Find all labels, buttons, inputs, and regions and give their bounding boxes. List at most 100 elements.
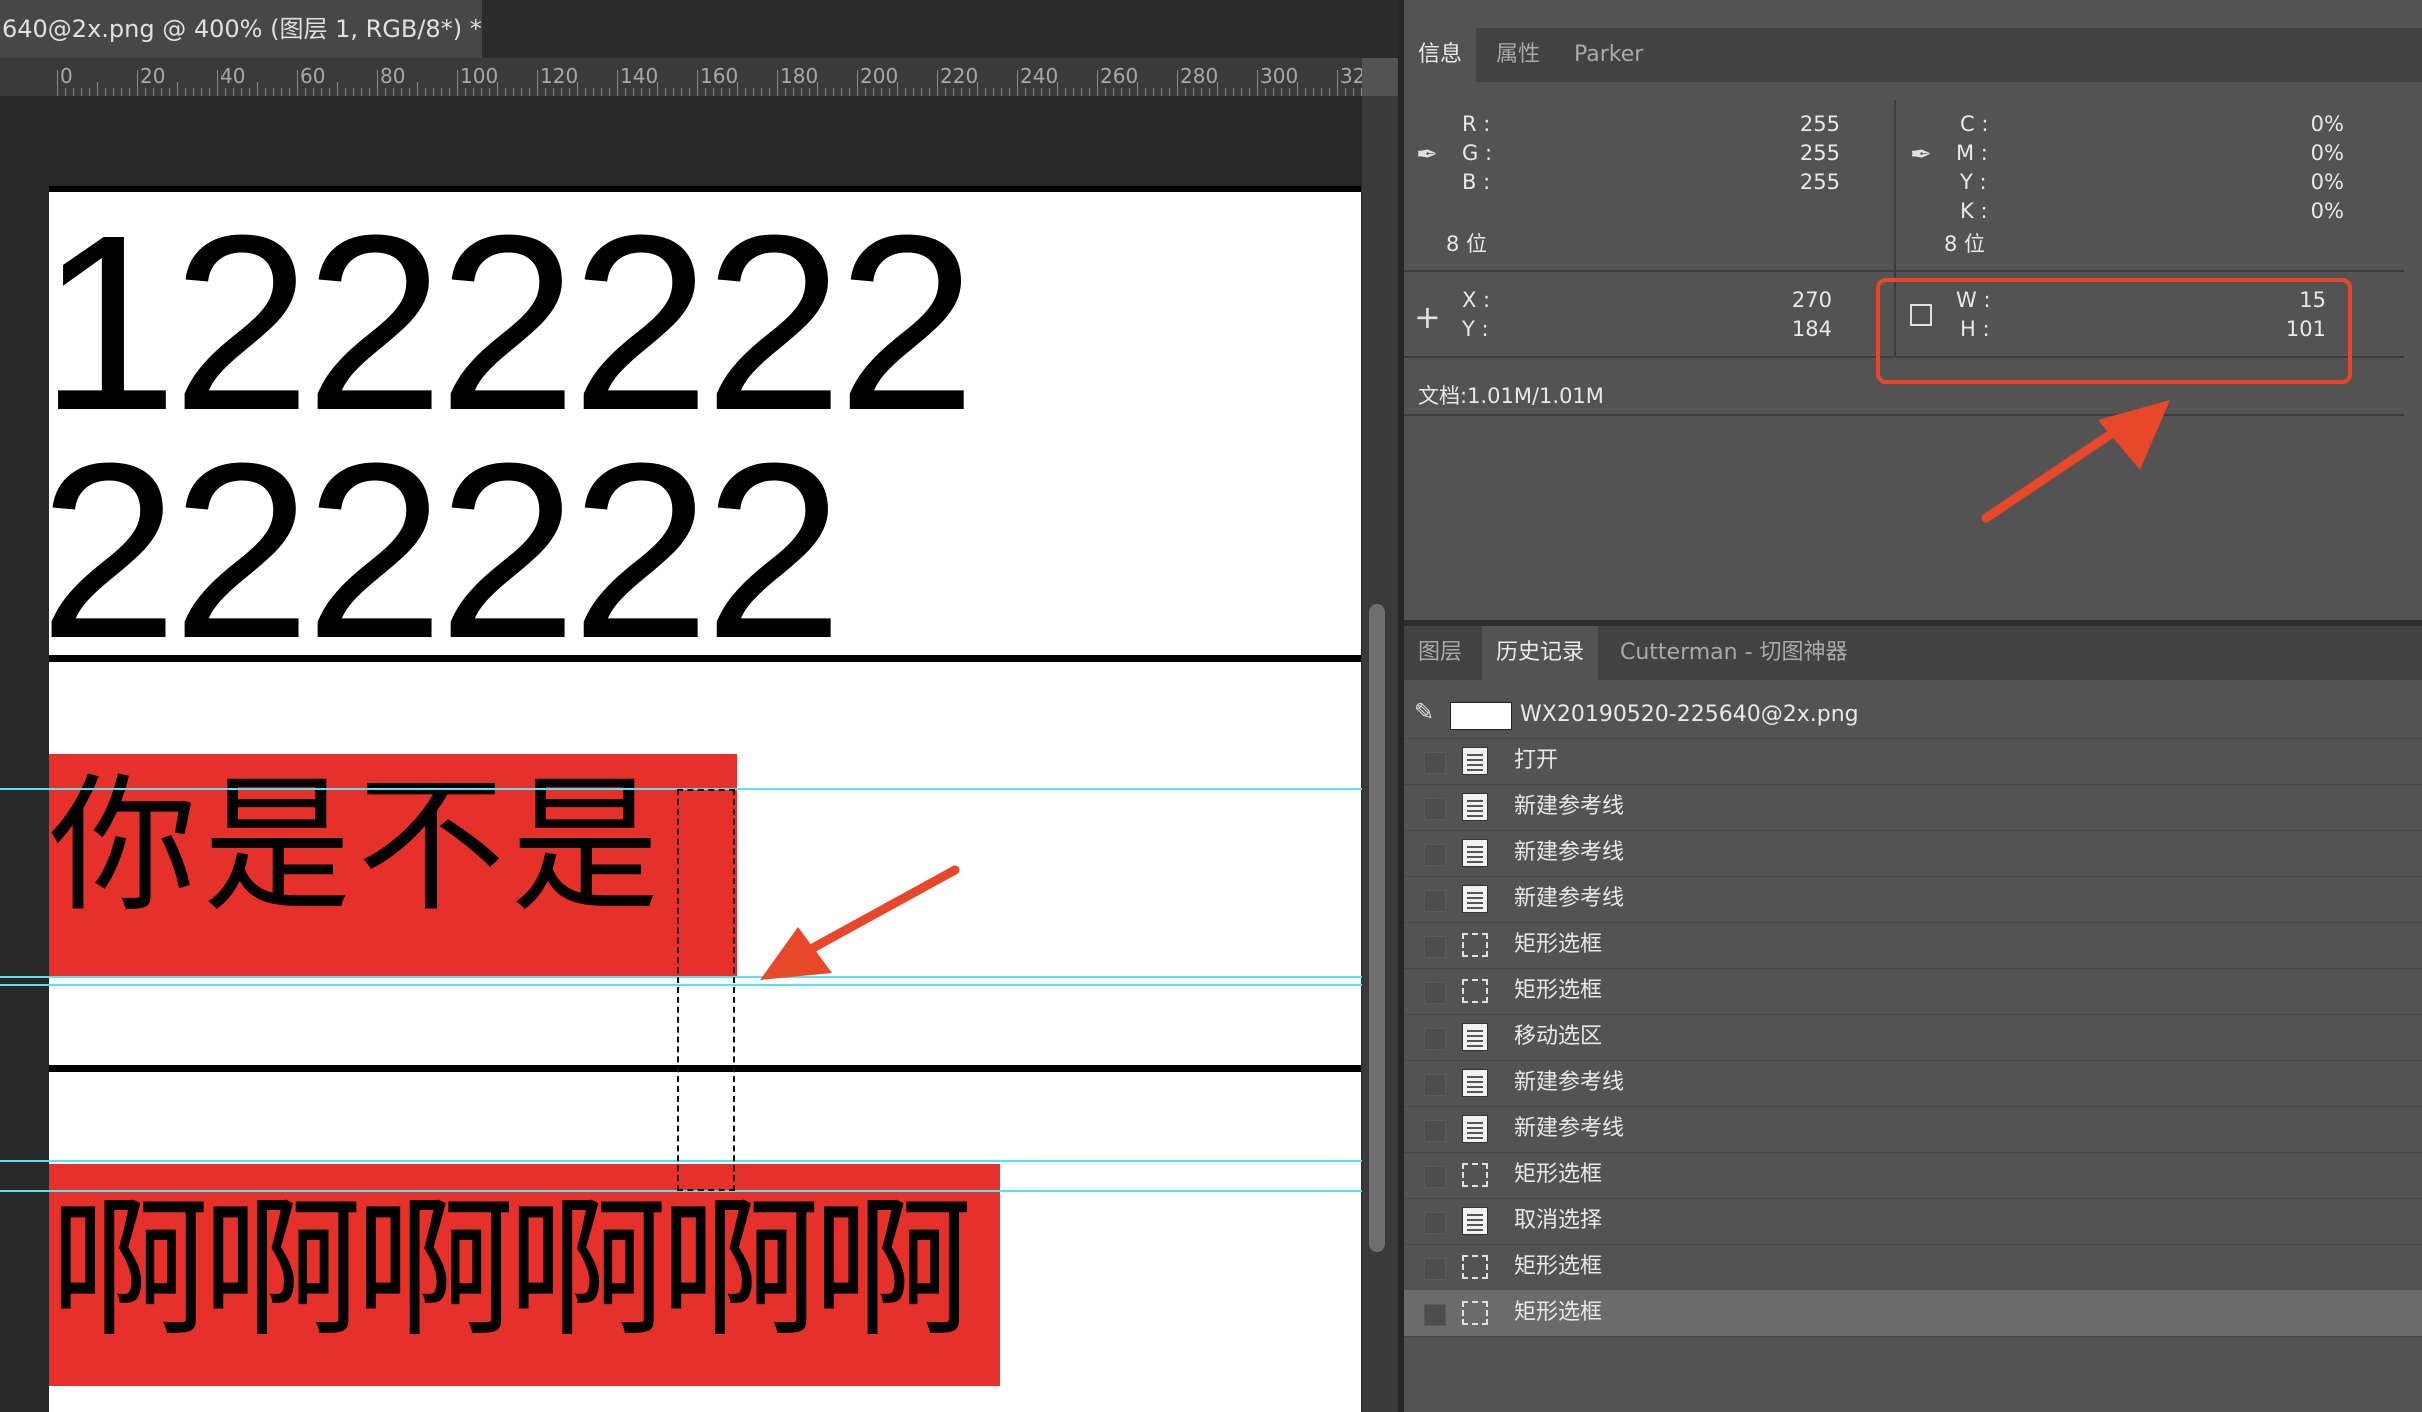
ruler-minor-tick (1025, 88, 1026, 96)
history-source-checkbox[interactable] (1424, 890, 1446, 912)
history-item[interactable]: 新建参考线 (1404, 784, 2422, 831)
history-source-checkbox[interactable] (1424, 1028, 1446, 1050)
eyedropper-icon[interactable]: ✒ (1416, 140, 1438, 170)
tab-properties[interactable]: 属性 (1482, 28, 1554, 82)
history-source-checkbox[interactable] (1424, 1304, 1446, 1326)
history-source-checkbox[interactable] (1424, 1258, 1446, 1280)
ruler-major-tick (537, 70, 538, 96)
ruler-minor-tick (977, 82, 978, 96)
ruler-minor-tick (409, 88, 410, 96)
history-item-label: 新建参考线 (1514, 886, 1625, 911)
ruler-minor-tick (801, 88, 802, 96)
history-item[interactable]: 矩形选框 (1404, 1290, 2422, 1337)
ruler-label: 20 (140, 64, 166, 88)
history-snapshot[interactable]: ✎ WX20190520-225640@2x.png (1404, 692, 2422, 739)
ruler-minor-tick (353, 88, 354, 96)
ruler-minor-tick (913, 88, 914, 96)
ruler-minor-tick (1329, 88, 1330, 96)
ruler-minor-tick (985, 88, 986, 96)
ruler-minor-tick (953, 88, 954, 96)
ruler-minor-tick (401, 88, 402, 96)
history-item[interactable]: 矩形选框 (1404, 1152, 2422, 1199)
ruler-major-tick (857, 70, 858, 96)
ruler-minor-tick (1041, 88, 1042, 96)
history-item[interactable]: 移动选区 (1404, 1014, 2422, 1061)
ruler-minor-tick (593, 88, 594, 96)
ruler-minor-tick (337, 82, 338, 96)
history-item[interactable]: 新建参考线 (1404, 876, 2422, 923)
b-label: B : (1462, 170, 1491, 194)
tab-cutterman[interactable]: Cutterman - 切图神器 (1606, 626, 1862, 680)
document-tab-title: 640@2x.png @ 400% (图层 1, RGB/8*) * (2, 15, 482, 43)
ruler-minor-tick (369, 88, 370, 96)
ruler-minor-tick (481, 88, 482, 96)
ruler-minor-tick (1121, 88, 1122, 96)
history-source-checkbox[interactable] (1424, 1120, 1446, 1142)
eyedropper-icon[interactable]: ✒ (1910, 140, 1932, 170)
ruler-label: 0 (60, 64, 73, 88)
history-source-checkbox[interactable] (1424, 1166, 1446, 1188)
ruler-minor-tick (441, 88, 442, 96)
tab-info[interactable]: 信息 (1404, 28, 1477, 82)
info-divider (1894, 100, 1896, 270)
ruler-minor-tick (121, 88, 122, 96)
document-icon (1462, 1207, 1488, 1235)
ruler-minor-tick (1137, 82, 1138, 96)
ruler-minor-tick (689, 88, 690, 96)
ruler-label: 300 (1260, 64, 1299, 88)
ruler-minor-tick (961, 88, 962, 96)
vertical-scrollbar-thumb[interactable] (1369, 604, 1385, 1252)
ruler-major-tick (297, 70, 298, 96)
ruler-minor-tick (81, 88, 82, 96)
ruler-minor-tick (1281, 88, 1282, 96)
history-brush-icon[interactable]: ✎ (1414, 698, 1434, 726)
history-item[interactable]: 取消选择 (1404, 1198, 2422, 1245)
ruler-minor-tick (841, 88, 842, 96)
ruler-major-tick (617, 70, 618, 96)
history-source-checkbox[interactable] (1424, 936, 1446, 958)
ruler-label: 200 (860, 64, 899, 88)
history-item[interactable]: 矩形选框 (1404, 1244, 2422, 1291)
cmyk-bits: 8 位 (1944, 232, 1986, 256)
ruler-major-tick (777, 70, 778, 96)
ruler-minor-tick (225, 88, 226, 96)
history-source-checkbox[interactable] (1424, 752, 1446, 774)
marquee-selection[interactable] (677, 789, 735, 1191)
ruler-minor-tick (521, 88, 522, 96)
ruler-minor-tick (1233, 88, 1234, 96)
ruler-label: 120 (540, 64, 579, 88)
history-source-checkbox[interactable] (1424, 982, 1446, 1004)
r-value: 255 (1799, 112, 1840, 136)
ruler-major-tick (1337, 70, 1338, 96)
document-icon (1462, 793, 1488, 821)
tab-history[interactable]: 历史记录 (1482, 626, 1599, 680)
ruler-major-tick (1257, 70, 1258, 96)
marquee-icon (1462, 979, 1488, 1003)
horizontal-ruler[interactable]: 0 20 40 60 80 100 120 140 160 180 200 220 240 260 280 3… (0, 58, 1362, 97)
history-item[interactable]: 新建参考线 (1404, 830, 2422, 877)
history-panel-tabs: 图层 历史记录 Cutterman - 切图神器 (1404, 626, 2422, 680)
ruler-minor-tick (769, 88, 770, 96)
history-item-label: 新建参考线 (1514, 1116, 1625, 1141)
document-tab[interactable]: 640@2x.png @ 400% (图层 1, RGB/8*) * (0, 0, 482, 58)
tab-layers[interactable]: 图层 (1404, 626, 1476, 680)
history-source-checkbox[interactable] (1424, 1212, 1446, 1234)
red-text-2: 啊啊啊啊啊啊 (49, 1181, 973, 1358)
ruler-minor-tick (945, 88, 946, 96)
ruler-minor-tick (417, 82, 418, 96)
ruler-minor-tick (1153, 88, 1154, 96)
ruler-label: 260 (1100, 64, 1139, 88)
ruler-minor-tick (1009, 88, 1010, 96)
ruler-minor-tick (489, 88, 490, 96)
tab-parker[interactable]: Parker (1560, 28, 1657, 82)
history-item[interactable]: 矩形选框 (1404, 922, 2422, 969)
history-source-checkbox[interactable] (1424, 798, 1446, 820)
history-item[interactable]: 新建参考线 (1404, 1106, 2422, 1153)
history-source-checkbox[interactable] (1424, 1074, 1446, 1096)
ruler-major-tick (457, 70, 458, 96)
history-item[interactable]: 矩形选框 (1404, 968, 2422, 1015)
history-source-checkbox[interactable] (1424, 844, 1446, 866)
ruler-major-tick (1017, 70, 1018, 96)
history-item[interactable]: 打开 (1404, 738, 2422, 785)
history-item[interactable]: 新建参考线 (1404, 1060, 2422, 1107)
